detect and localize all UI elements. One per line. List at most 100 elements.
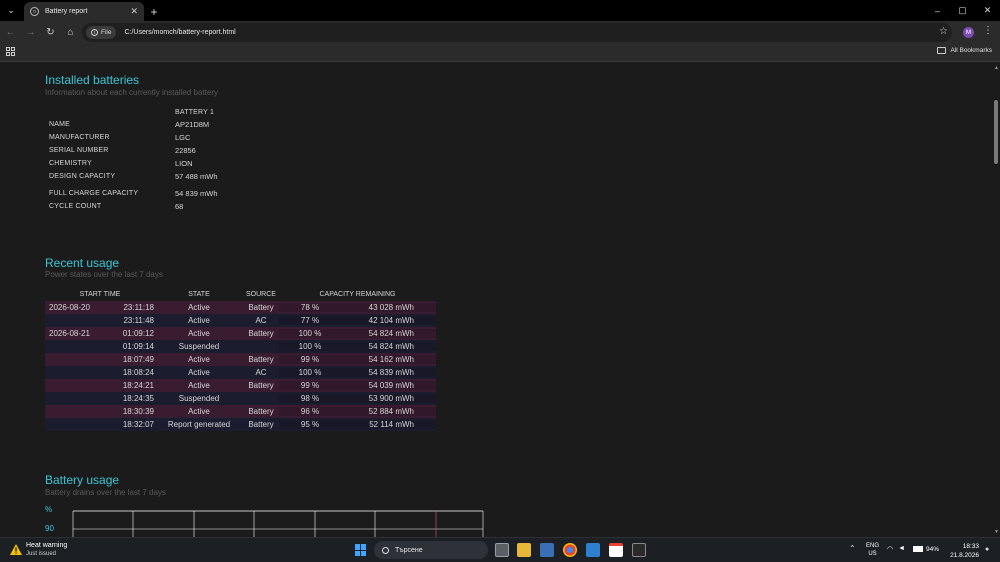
close-window-icon[interactable]: ✕ — [975, 0, 1000, 21]
cell-percent: 99 % — [279, 355, 341, 364]
cell-start-time: 18:32:07 — [45, 420, 155, 429]
forward-icon[interactable]: → — [21, 23, 40, 42]
gmail-icon[interactable] — [609, 543, 623, 557]
warning-icon[interactable] — [10, 544, 22, 555]
recent-usage-title: Recent usage — [45, 256, 120, 270]
favicon-globe-icon: ○ — [30, 7, 39, 16]
label-design-capacity: DESIGN CAPACITY — [49, 173, 116, 180]
all-bookmarks-button[interactable]: All Bookmarks — [937, 47, 992, 54]
installed-batteries-subtitle: Information about each currently install… — [45, 88, 218, 97]
clock-date: 21.8.2026 г. — [950, 552, 979, 562]
file-explorer-icon[interactable] — [517, 543, 531, 557]
volume-icon[interactable]: ◄ — [898, 545, 905, 553]
cell-percent: 77 % — [279, 316, 341, 325]
cell-state: Suspended — [178, 394, 220, 403]
cell-source: AC — [255, 368, 267, 377]
clock-time: 18:33 — [962, 543, 979, 550]
battery-column-header: BATTERY 1 — [175, 109, 215, 116]
back-icon[interactable]: ← — [1, 23, 20, 42]
cell-time: 18:24:35 — [122, 394, 154, 403]
label-cycle-count: CYCLE COUNT — [49, 203, 102, 210]
cell-percent: 78 % — [279, 303, 341, 312]
value-name: AP21D8M — [175, 120, 210, 129]
cell-time: 18:07:49 — [122, 355, 154, 364]
cell-date — [45, 394, 95, 403]
table-row: 18:32:07 Report generated Battery 95 % 52 11… — [45, 418, 436, 431]
restore-icon[interactable]: ▢ — [950, 0, 975, 21]
search-icon — [382, 546, 389, 554]
cell-state: Active — [188, 355, 210, 364]
cell-percent: 100 % — [279, 368, 341, 377]
table-row: 18:24:35 Suspended 98 % 53 900 mWh — [45, 392, 436, 405]
battery-usage-subtitle: Battery drains over the last 7 days — [45, 488, 166, 497]
bookmarks-bar: All Bookmarks — [0, 44, 1000, 62]
value-design-capacity: 57 488 mWh — [175, 172, 218, 181]
value-full-charge-capacity: 54 839 mWh — [175, 189, 218, 198]
windows-start-icon[interactable] — [355, 544, 367, 556]
label-full-charge-capacity: FULL CHARGE CAPACITY — [49, 190, 139, 197]
value-chemistry: LION — [175, 159, 193, 168]
table-row: 01:09:14 Suspended 100 % 54 824 mWh — [45, 340, 436, 353]
cell-time: 23:11:18 — [123, 303, 154, 312]
table-row: 18:24:21 Active Battery 99 % 54 039 mWh — [45, 379, 436, 392]
cell-date — [45, 342, 95, 351]
label-serial: SERIAL NUMBER — [49, 147, 109, 154]
language-indicator[interactable]: ENG US — [866, 542, 879, 558]
cell-start-time: 18:30:39 — [45, 407, 155, 416]
cell-state: Active — [188, 303, 210, 312]
cell-time: 18:08:24 — [122, 368, 154, 377]
scrollbar-thumb[interactable] — [994, 100, 998, 164]
cell-state: Active — [188, 407, 210, 416]
kebab-icon[interactable]: ⋮ — [983, 25, 993, 36]
battery-icon[interactable] — [913, 546, 923, 552]
scroll-down-icon[interactable]: ▼ — [994, 529, 999, 535]
battery-usage-title: Battery usage — [45, 473, 120, 487]
cell-source: Battery — [248, 303, 274, 312]
chrome-icon[interactable] — [563, 543, 577, 557]
plus-icon[interactable]: + — [144, 2, 164, 21]
cell-start-time: 18:24:21 — [45, 381, 155, 390]
home-icon[interactable]: ⌂ — [61, 23, 80, 42]
header-state: STATE — [188, 291, 210, 298]
task-view-icon[interactable] — [495, 543, 509, 557]
notification-bell-icon[interactable]: ● — [985, 546, 989, 553]
star-icon[interactable]: ☆ — [939, 26, 948, 37]
cell-date: 2026-08-20 — [49, 303, 90, 312]
taskbar-search-input[interactable]: Търсене — [374, 541, 488, 559]
outlook-icon[interactable] — [586, 543, 600, 557]
cell-time: 01:09:12 — [122, 329, 154, 338]
tab-battery-report[interactable]: ○ Battery report ✕ — [24, 2, 144, 21]
address-bar[interactable]: i File C:/Users/momch/battery-report.htm… — [82, 23, 952, 42]
wifi-icon[interactable]: ◠ — [887, 545, 893, 553]
all-bookmarks-label: All Bookmarks — [950, 47, 992, 54]
tray-icons[interactable]: ◠ ◄ — [887, 545, 905, 553]
terminal-icon[interactable] — [632, 543, 646, 557]
page-scrollbar[interactable]: ▲ ▼ — [992, 63, 1000, 537]
cell-state: Active — [188, 381, 210, 390]
cell-date — [45, 355, 95, 364]
minimize-icon[interactable]: – — [925, 0, 950, 21]
tray-overflow-icon[interactable]: ⌃ — [849, 544, 856, 553]
avatar[interactable]: M — [963, 27, 974, 38]
cell-mwh: 54 824 mWh — [341, 329, 436, 338]
reload-icon[interactable]: ↻ — [41, 23, 60, 42]
table-row: 23:11:48 Active AC 77 % 42 104 mWh — [45, 314, 436, 327]
url-text[interactable]: C:/Users/momch/battery-report.html — [124, 29, 235, 36]
cell-state: Suspended — [178, 342, 220, 351]
clock[interactable]: 18:33 21.8.2026 г. — [949, 542, 979, 562]
cell-date — [45, 381, 95, 390]
cell-source: Battery — [248, 329, 274, 338]
heat-warning-title[interactable]: Heat warning — [26, 542, 67, 549]
tab-search-icon[interactable]: ⌄ — [0, 0, 22, 21]
cell-start-time: 2026-08-20 23:11:18 — [45, 303, 155, 312]
cell-percent: 100 % — [279, 329, 341, 338]
cell-mwh: 52 884 mWh — [341, 407, 436, 416]
chart-grid — [72, 510, 484, 537]
scroll-up-icon[interactable]: ▲ — [994, 65, 999, 71]
cell-date — [45, 407, 95, 416]
store-icon[interactable] — [540, 543, 554, 557]
cell-percent: 98 % — [279, 394, 341, 403]
close-icon[interactable]: ✕ — [130, 6, 138, 17]
apps-grid-icon[interactable] — [6, 47, 15, 56]
site-info-chip[interactable]: i File — [86, 26, 117, 39]
